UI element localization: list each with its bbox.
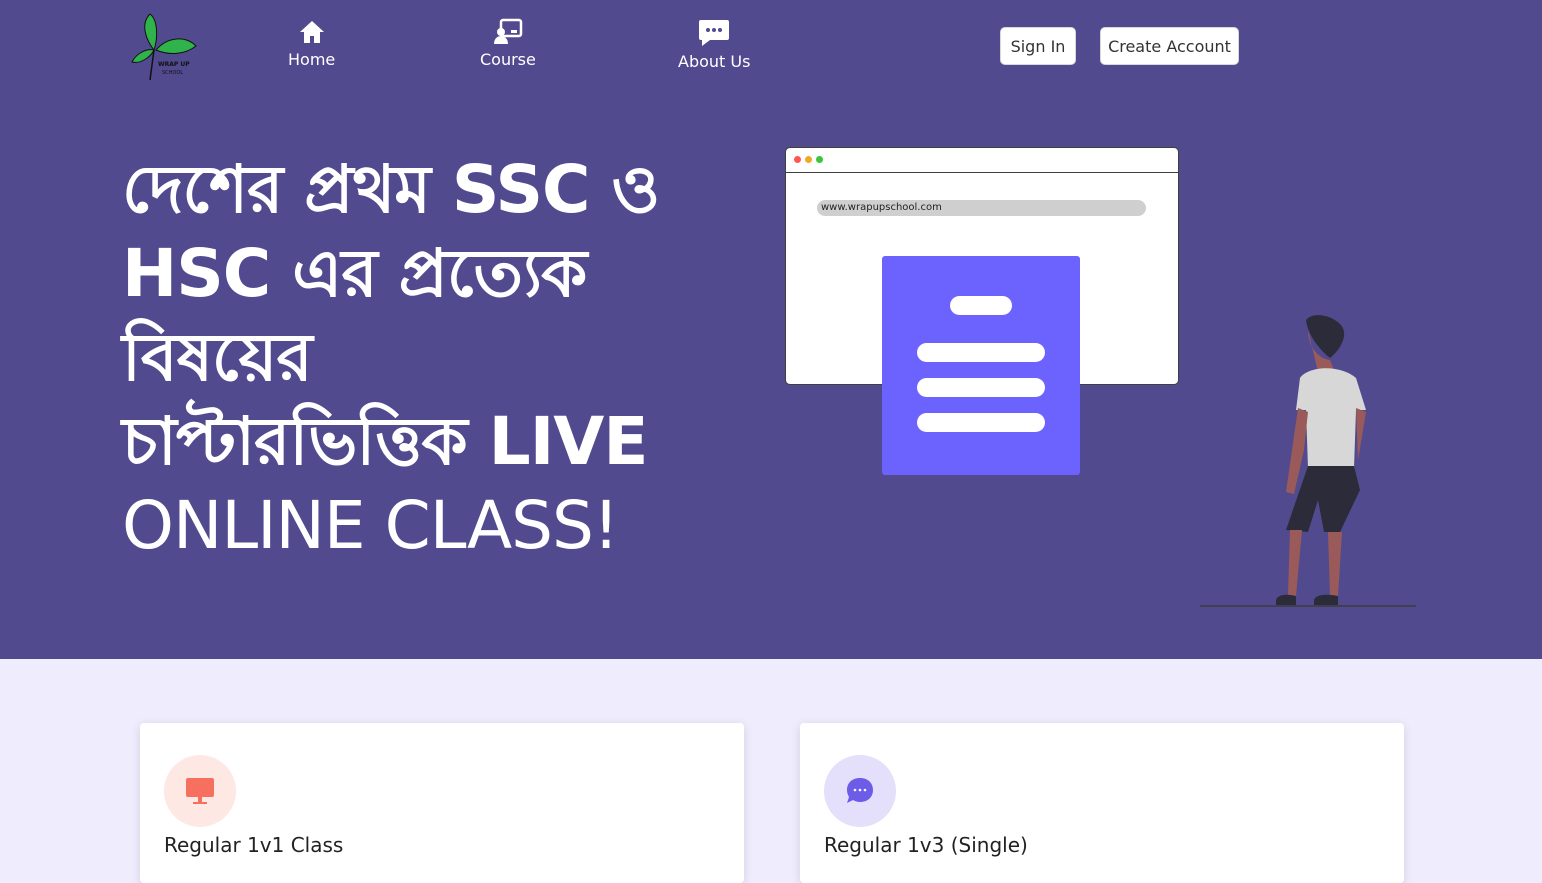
home-icon	[299, 21, 324, 43]
card-icon-container	[164, 755, 236, 827]
nav-home-label: Home	[288, 50, 336, 69]
hero-line-5: ONLINE CLASS!	[122, 487, 619, 564]
browser-titlebar	[786, 148, 1178, 173]
document-illustration	[882, 256, 1080, 475]
course-icon	[493, 18, 523, 44]
browser-dot-yellow	[805, 156, 812, 163]
logo-text-line2: SCHOOL	[162, 70, 183, 76]
hero-line-2: HSC এর প্রত্যেক	[122, 235, 587, 312]
course-card-1v3[interactable]: Regular 1v3 (Single)	[800, 723, 1404, 883]
hero-section: WRAP UP SCHOOL Home Course About Us Sign…	[0, 0, 1542, 659]
nav-course[interactable]: Course	[480, 18, 536, 69]
browser-dot-green	[816, 156, 823, 163]
hero-line-4: চাপ্টারভিত্তিক LIVE	[122, 403, 648, 480]
create-account-button[interactable]: Create Account	[1100, 27, 1239, 65]
site-logo[interactable]: WRAP UP SCHOOL	[128, 10, 200, 82]
card-title: Regular 1v3 (Single)	[824, 833, 1028, 857]
logo-text-line1: WRAP UP	[158, 61, 190, 68]
browser-dot-red	[794, 156, 801, 163]
card-title: Regular 1v1 Class	[164, 833, 344, 857]
nav-home[interactable]: Home	[288, 18, 335, 69]
chat-bubble-icon	[847, 778, 873, 803]
nav-course-label: Course	[480, 50, 536, 69]
person-illustration	[1190, 300, 1420, 614]
nav-about[interactable]: About Us	[678, 18, 750, 71]
monitor-icon	[186, 778, 214, 804]
doc-line	[950, 296, 1012, 315]
logo-leaf-icon: WRAP UP SCHOOL	[131, 13, 197, 81]
browser-url-bar: www.wrapupschool.com	[817, 200, 1146, 216]
doc-line	[917, 413, 1045, 432]
card-icon-container	[824, 755, 896, 827]
hero-line-3: বিষয়ের	[122, 319, 313, 396]
chat-icon	[699, 20, 730, 46]
hero-line-1: দেশের প্রথম SSC ও	[122, 151, 660, 228]
course-card-1v1[interactable]: Regular 1v1 Class	[140, 723, 744, 883]
sign-in-button[interactable]: Sign In	[1000, 27, 1076, 65]
doc-line	[917, 343, 1045, 362]
doc-line	[917, 378, 1045, 397]
nav-about-label: About Us	[678, 52, 751, 71]
hero-headline: দেশের প্রথম SSC ও HSC এর প্রত্যেক বিষয়ে…	[122, 148, 762, 568]
